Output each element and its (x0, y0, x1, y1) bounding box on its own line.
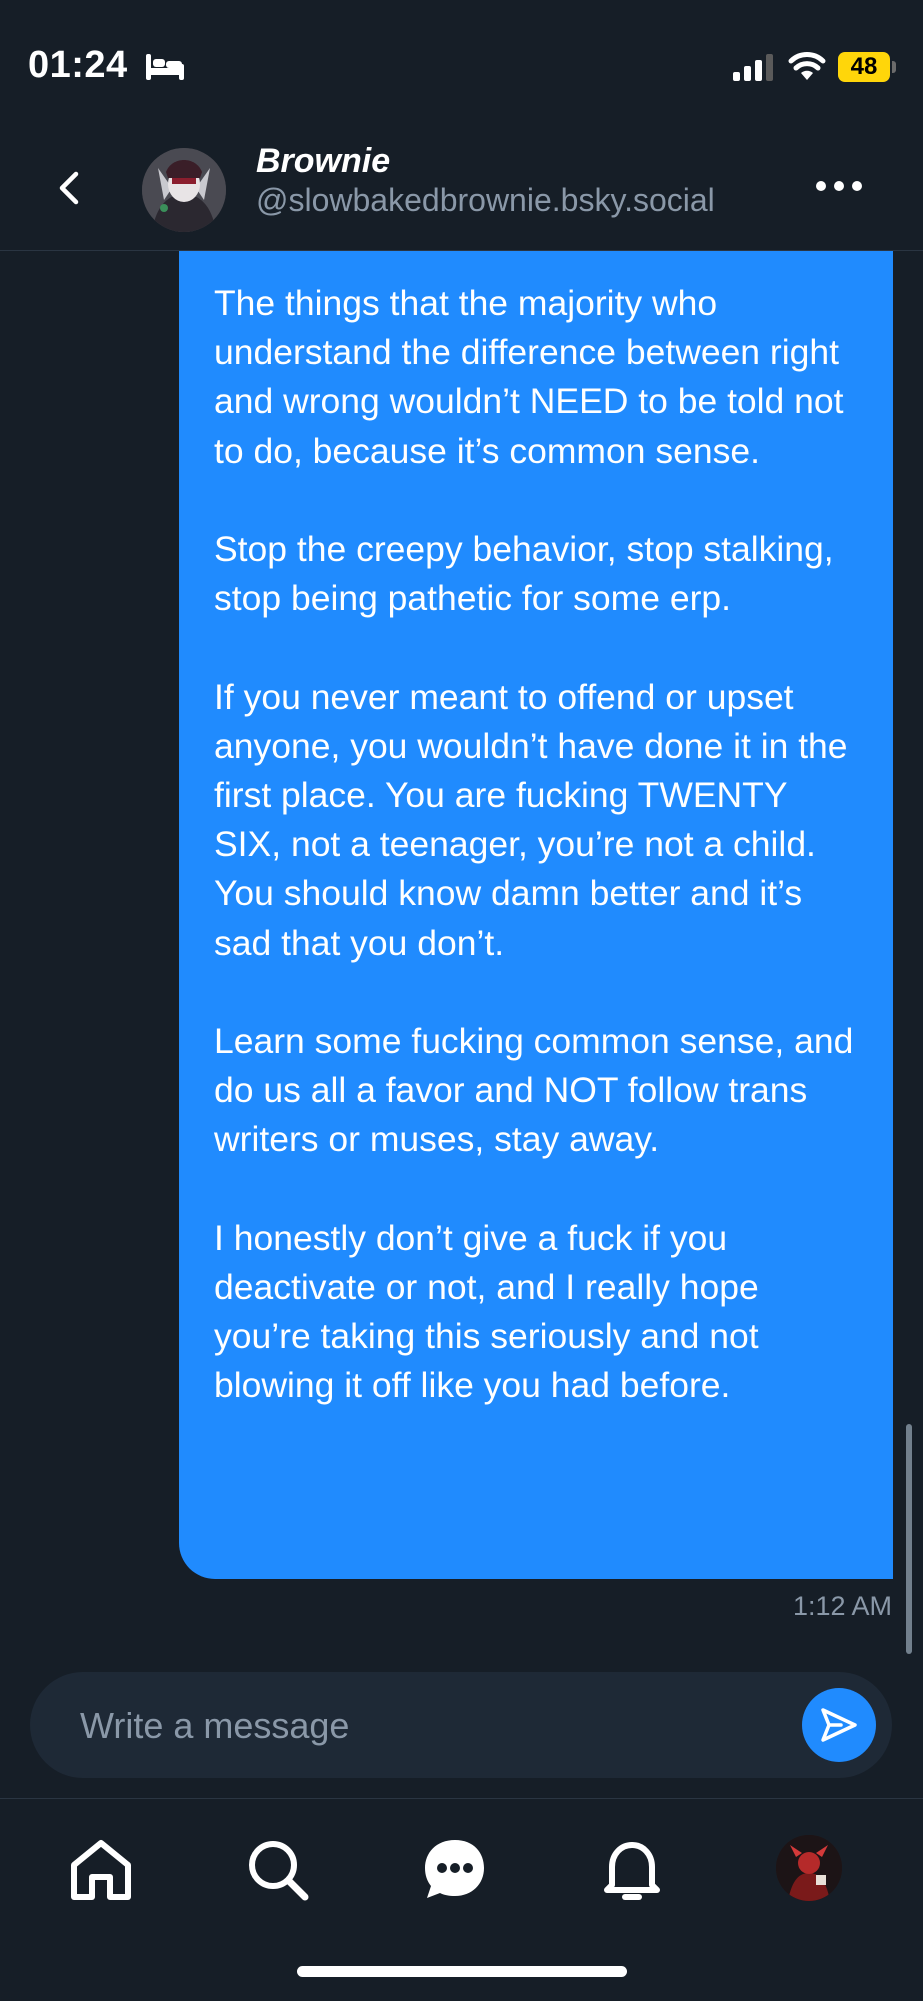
battery-indicator: 48 (838, 52, 896, 82)
send-icon (821, 1708, 857, 1742)
message-paragraph: If you never meant to offend or upset an… (214, 676, 848, 963)
avatar-image (142, 148, 226, 232)
notifications-bell-icon[interactable] (597, 1835, 667, 1905)
message-timestamp: 1:12 AM (792, 1591, 892, 1621)
avatar[interactable] (142, 148, 226, 232)
sleep-focus-icon (146, 54, 184, 80)
profile-avatar-image (776, 1835, 842, 1901)
message-paragraph: The things that the majority who underst… (214, 283, 844, 471)
message-paragraph: Stop the creepy behavior, stop stalking,… (214, 529, 834, 619)
chat-icon[interactable] (420, 1835, 490, 1905)
message-paragraph: I honestly don’t give a fuck if you deac… (214, 1217, 759, 1406)
conversation-handle: @slowbakedbrownie.bsky.social (256, 182, 715, 218)
send-button[interactable] (802, 1688, 876, 1762)
home-indicator[interactable] (297, 1966, 627, 1977)
status-bar: 01:24 48 (0, 0, 923, 120)
home-icon[interactable] (66, 1835, 136, 1905)
wifi-icon (788, 52, 826, 80)
cellular-signal-icon (733, 54, 773, 81)
message-paragraph: Learn some fucking common sense, and do … (214, 1021, 854, 1160)
scrollbar[interactable] (906, 1424, 912, 1654)
battery-level: 48 (850, 53, 878, 80)
back-chevron-icon[interactable] (50, 168, 90, 208)
message-input[interactable] (78, 1692, 782, 1760)
conversation-name: Brownie (256, 142, 391, 180)
profile-avatar[interactable] (776, 1835, 842, 1901)
more-options-icon[interactable] (814, 174, 864, 198)
message-thread[interactable]: The things that the majority who underst… (0, 251, 923, 1671)
message-composer (30, 1672, 892, 1778)
conversation-header: Brownie @slowbakedbrownie.bsky.social (0, 120, 923, 251)
search-icon[interactable] (243, 1835, 313, 1905)
message-bubble-sent[interactable]: The things that the majority who underst… (179, 251, 893, 1579)
status-time: 01:24 (28, 44, 128, 86)
